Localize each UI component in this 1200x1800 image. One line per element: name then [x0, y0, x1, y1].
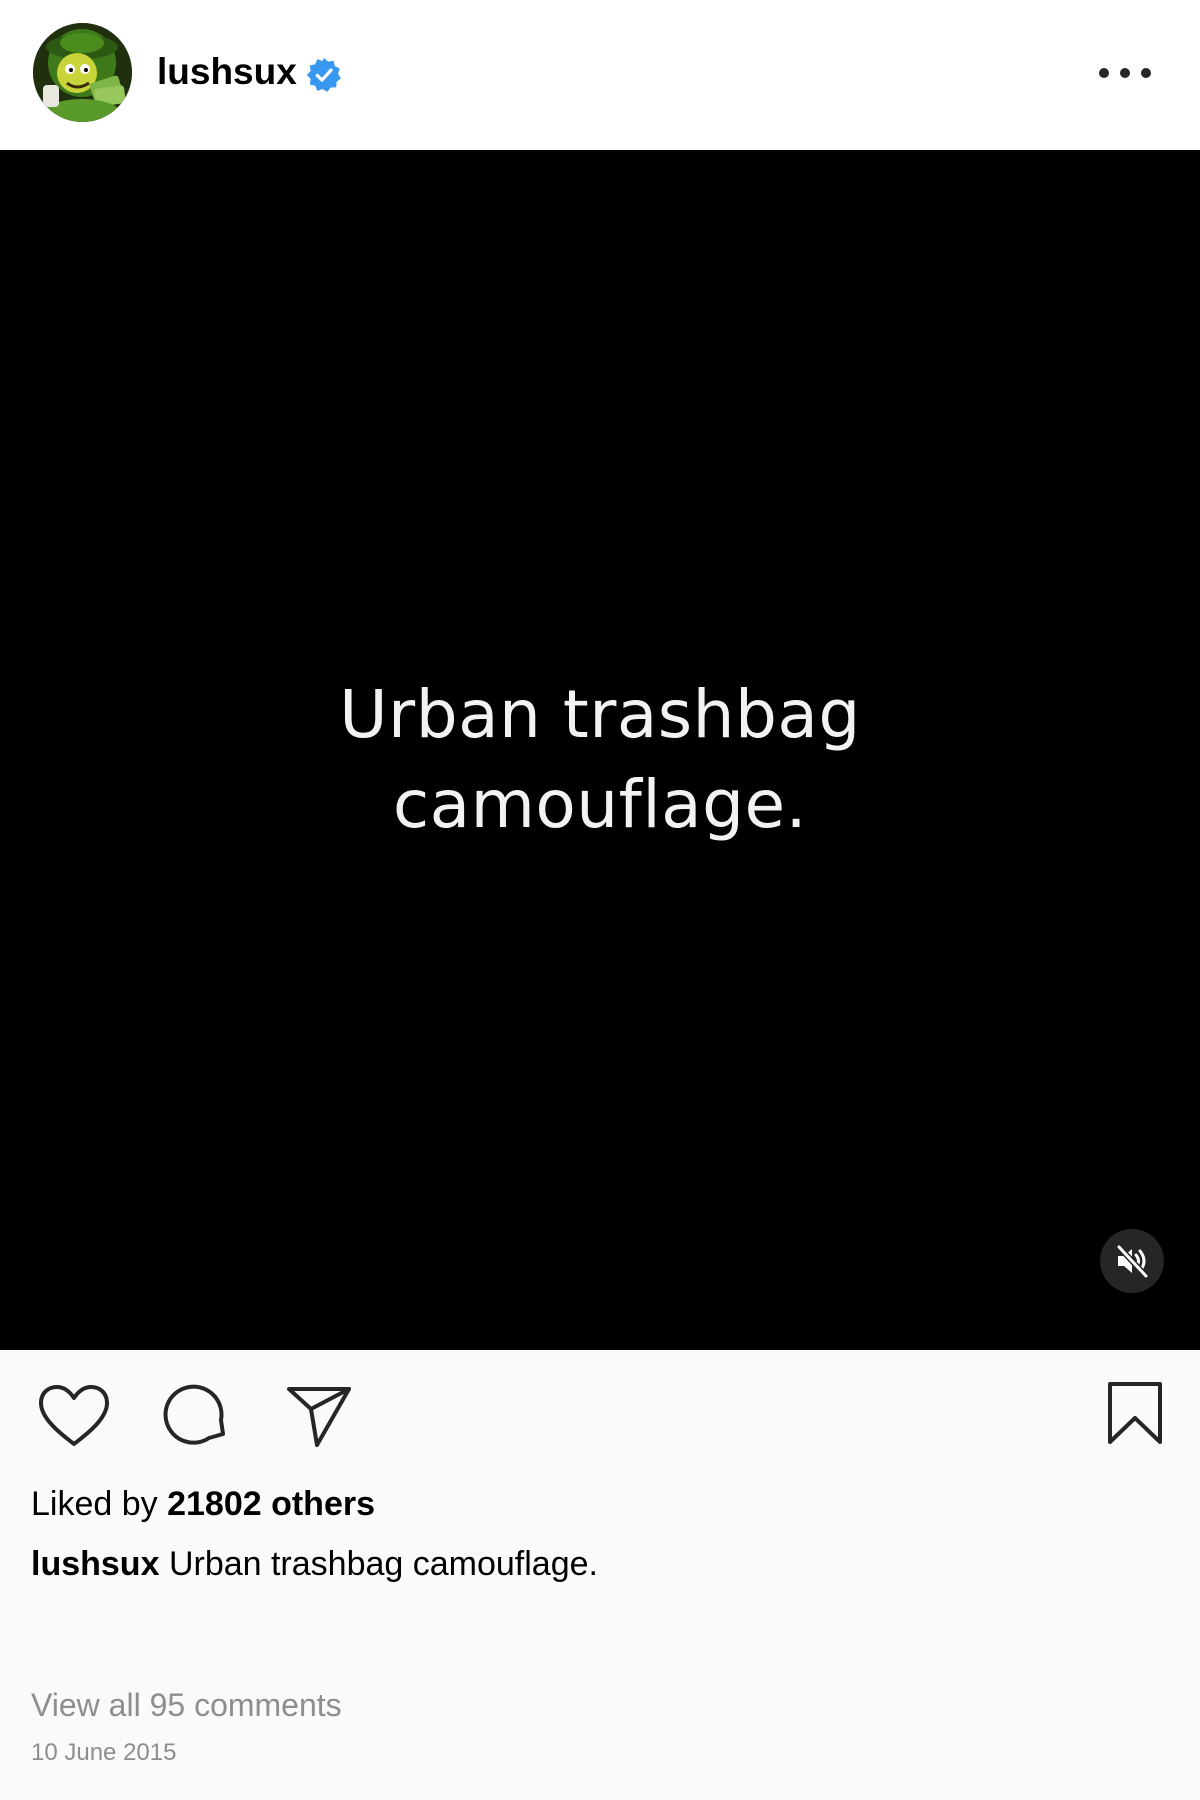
more-options-icon[interactable] — [1092, 56, 1158, 90]
view-all-comments-link[interactable]: View all 95 comments — [31, 1684, 342, 1726]
heart-icon[interactable] — [37, 1383, 111, 1449]
video-overlay-text: Urban trashbag camouflage. — [0, 670, 1200, 850]
speaker-muted-icon — [1116, 1244, 1149, 1279]
caption-text: Urban trashbag camouflage. — [168, 1545, 598, 1583]
likes-summary: Liked by 21802 others — [31, 1482, 375, 1526]
video-text-line-1: Urban trashbag — [339, 676, 861, 753]
bookmark-icon[interactable] — [1106, 1380, 1164, 1446]
action-bar — [0, 1350, 1200, 1460]
verified-badge-icon — [306, 57, 341, 92]
paper-plane-icon[interactable] — [285, 1383, 353, 1449]
instagram-post: lushsux Urban trashbag camouflage. Liked… — [0, 0, 1200, 1800]
mute-toggle-button[interactable] — [1100, 1229, 1164, 1293]
username[interactable]: lushsux — [157, 50, 297, 94]
post-date: 10 June 2015 — [31, 1739, 177, 1766]
comment-bubble-icon[interactable] — [163, 1380, 229, 1446]
avatar[interactable] — [33, 23, 132, 122]
avatar-image — [33, 23, 132, 122]
post-header: lushsux — [0, 0, 1200, 150]
post-caption: lushsux Urban trashbag camouflage. — [31, 1542, 598, 1586]
likes-prefix: Liked by — [31, 1485, 158, 1523]
post-video[interactable]: Urban trashbag camouflage. — [0, 150, 1200, 1350]
caption-username[interactable]: lushsux — [31, 1545, 159, 1583]
likes-count[interactable]: 21802 others — [167, 1485, 375, 1523]
video-text-line-2: camouflage. — [392, 766, 808, 843]
